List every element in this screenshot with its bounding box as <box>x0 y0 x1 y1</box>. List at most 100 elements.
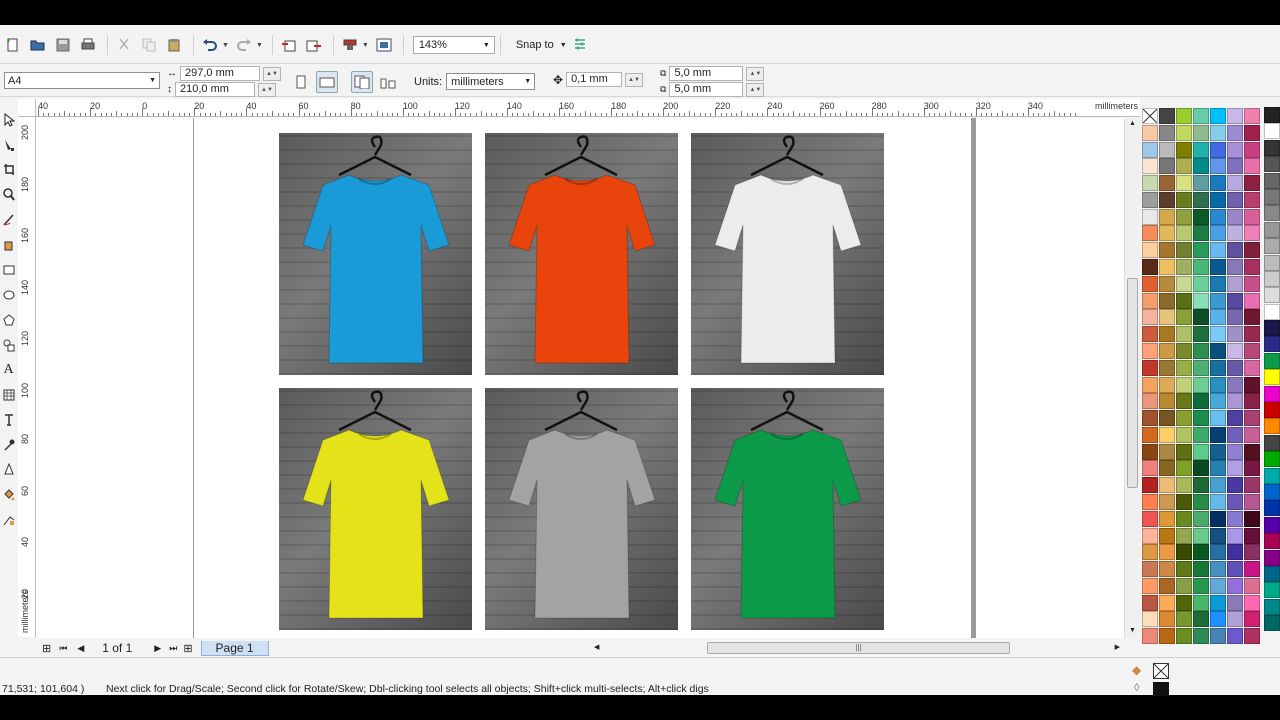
palette-swatch[interactable] <box>1264 565 1280 582</box>
palette-swatch[interactable] <box>1142 326 1158 343</box>
palette-swatch[interactable] <box>1142 443 1158 460</box>
palette-swatch[interactable] <box>1193 477 1209 494</box>
palette-swatch[interactable] <box>1264 582 1280 599</box>
palette-swatch[interactable] <box>1227 611 1243 628</box>
palette-swatch[interactable] <box>1142 594 1158 611</box>
cut-icon[interactable] <box>113 34 135 56</box>
palette-swatch[interactable] <box>1193 108 1209 124</box>
palette-swatch[interactable] <box>1193 124 1209 141</box>
palette-swatch[interactable] <box>1193 376 1209 393</box>
page-height-input[interactable]: 210,0 mm <box>175 82 255 97</box>
palette-swatch[interactable] <box>1176 242 1192 259</box>
palette-swatch[interactable] <box>1210 393 1226 410</box>
palette-swatch[interactable] <box>1264 418 1280 435</box>
palette-swatch[interactable] <box>1142 275 1158 292</box>
palette-swatch[interactable] <box>1142 510 1158 527</box>
palette-swatch[interactable] <box>1264 549 1280 566</box>
ellipse-tool-icon[interactable] <box>0 282 17 307</box>
next-page-icon[interactable]: ▶ <box>154 643 161 654</box>
palette-swatch[interactable] <box>1193 544 1209 561</box>
palette-swatch[interactable] <box>1176 393 1192 410</box>
width-spinner[interactable]: ▲▼ <box>263 66 281 81</box>
palette-swatch[interactable] <box>1159 477 1175 494</box>
pick-tool-icon[interactable] <box>0 107 17 132</box>
palette-swatch[interactable] <box>1244 410 1260 427</box>
yellow-shirt-photo[interactable] <box>279 388 472 630</box>
palette-swatch[interactable] <box>1193 326 1209 343</box>
palette-swatch[interactable] <box>1227 124 1243 141</box>
palette-swatch[interactable] <box>1142 493 1158 510</box>
basic-shapes-tool-icon[interactable] <box>0 332 17 357</box>
add-page-before-icon[interactable]: ⊞ <box>42 642 51 655</box>
palette-swatch[interactable] <box>1193 141 1209 158</box>
palette-swatch[interactable] <box>1244 275 1260 292</box>
palette-swatch[interactable] <box>1227 577 1243 594</box>
palette-swatch[interactable] <box>1264 500 1280 517</box>
palette-swatch[interactable] <box>1159 108 1175 124</box>
palette-swatch[interactable] <box>1142 393 1158 410</box>
fill-tool-icon[interactable] <box>0 482 17 507</box>
palette-swatch[interactable] <box>1142 309 1158 326</box>
palette-swatch[interactable] <box>1193 510 1209 527</box>
palette-swatch[interactable] <box>1193 577 1209 594</box>
palette-swatch[interactable] <box>1176 628 1192 645</box>
nudge-spinner[interactable]: ▲▼ <box>625 72 644 87</box>
palette-swatch[interactable] <box>1176 124 1192 141</box>
palette-swatch[interactable] <box>1244 544 1260 561</box>
palette-swatch[interactable] <box>1159 611 1175 628</box>
palette-swatch[interactable] <box>1264 254 1280 271</box>
palette-swatch[interactable] <box>1193 426 1209 443</box>
palette-swatch[interactable] <box>1159 376 1175 393</box>
palette-swatch[interactable] <box>1244 443 1260 460</box>
white-shirt-photo[interactable] <box>691 133 884 375</box>
palette-swatch[interactable] <box>1176 611 1192 628</box>
palette-swatch[interactable] <box>1210 460 1226 477</box>
palette-swatch[interactable] <box>1264 434 1280 451</box>
palette-swatch[interactable] <box>1159 510 1175 527</box>
palette-swatch[interactable] <box>1264 188 1280 205</box>
palette-swatch[interactable] <box>1159 124 1175 141</box>
palette-swatch[interactable] <box>1210 594 1226 611</box>
palette-swatch[interactable] <box>1244 342 1260 359</box>
palette-swatch[interactable] <box>1227 191 1243 208</box>
redo-dropdown-icon[interactable]: ▼ <box>256 42 263 49</box>
palette-swatch[interactable] <box>1264 402 1280 419</box>
last-page-icon[interactable]: ⏭ <box>169 643 177 654</box>
palette-swatch[interactable] <box>1176 527 1192 544</box>
palette-swatch[interactable] <box>1159 561 1175 578</box>
palette-swatch[interactable] <box>1193 393 1209 410</box>
palette-swatch[interactable] <box>1264 287 1280 304</box>
palette-swatch[interactable] <box>1227 376 1243 393</box>
palette-swatch[interactable] <box>1227 275 1243 292</box>
horizontal-scrollbar-thumb[interactable]: ||| <box>707 642 1010 654</box>
palette-swatch[interactable] <box>1244 628 1260 645</box>
palette-swatch[interactable] <box>1193 208 1209 225</box>
palette-swatch[interactable] <box>1159 443 1175 460</box>
palette-swatch[interactable] <box>1159 393 1175 410</box>
palette-swatch[interactable] <box>1142 141 1158 158</box>
ruler-origin[interactable] <box>18 99 36 117</box>
palette-swatch[interactable] <box>1176 275 1192 292</box>
height-spinner[interactable]: ▲▼ <box>258 82 276 97</box>
vertical-ruler[interactable]: millimeters 200 180 160 140 120 100 80 60 40 20 <box>18 117 36 637</box>
palette-swatch[interactable] <box>1244 191 1260 208</box>
duplicate-y-spinner[interactable]: ▲▼ <box>746 82 765 97</box>
palette-swatch[interactable] <box>1264 598 1280 615</box>
paste-icon[interactable] <box>163 34 185 56</box>
palette-swatch[interactable] <box>1193 309 1209 326</box>
palette-swatch[interactable] <box>1210 326 1226 343</box>
palette-swatch[interactable] <box>1227 628 1243 645</box>
outline-color-swatch[interactable] <box>1153 682 1169 696</box>
outline-tool-icon[interactable] <box>0 457 17 482</box>
palette-swatch[interactable] <box>1176 175 1192 192</box>
palette-swatch[interactable] <box>1244 376 1260 393</box>
welcome-screen-icon[interactable] <box>373 34 395 56</box>
polygon-tool-icon[interactable] <box>0 307 17 332</box>
palette-swatch[interactable] <box>1159 594 1175 611</box>
palette-swatch[interactable] <box>1264 467 1280 484</box>
palette-swatch[interactable] <box>1264 483 1280 500</box>
palette-swatch[interactable] <box>1193 594 1209 611</box>
palette-swatch[interactable] <box>1176 426 1192 443</box>
palette-swatch[interactable] <box>1193 561 1209 578</box>
palette-swatch[interactable] <box>1264 615 1280 632</box>
